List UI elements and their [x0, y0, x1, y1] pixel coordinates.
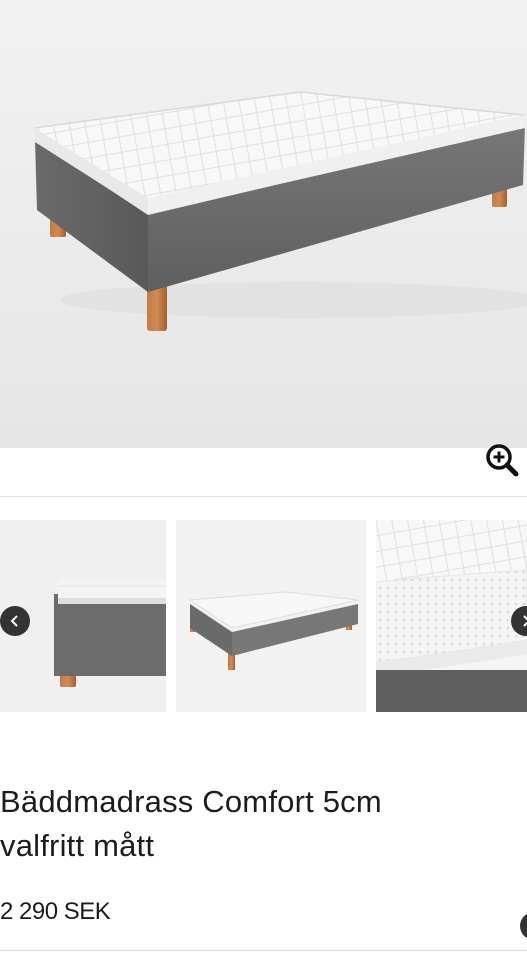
- thumbnail-bed-full[interactable]: [176, 520, 366, 712]
- thumbnail-quilted-detail[interactable]: [376, 520, 527, 712]
- chevron-right-icon: [523, 615, 527, 627]
- bottom-divider: [0, 950, 527, 951]
- product-title-line2: valfritt mått: [0, 828, 155, 863]
- main-product-image[interactable]: [0, 0, 527, 448]
- product-price: 2 290 SEK: [0, 898, 111, 925]
- product-title-line1: Bäddmadrass Comfort 5cm: [0, 784, 382, 819]
- thumbnail-prev-button[interactable]: [0, 606, 30, 636]
- zoom-in-button[interactable]: [482, 440, 522, 480]
- zoom-in-icon: [486, 444, 519, 477]
- chevron-left-icon: [10, 615, 18, 627]
- product-title: Bäddmadrass Comfort 5cm valfritt mått: [0, 780, 520, 868]
- thumbnail-strip: [0, 520, 527, 712]
- scroll-button[interactable]: [520, 912, 527, 940]
- gallery-divider: [0, 496, 527, 497]
